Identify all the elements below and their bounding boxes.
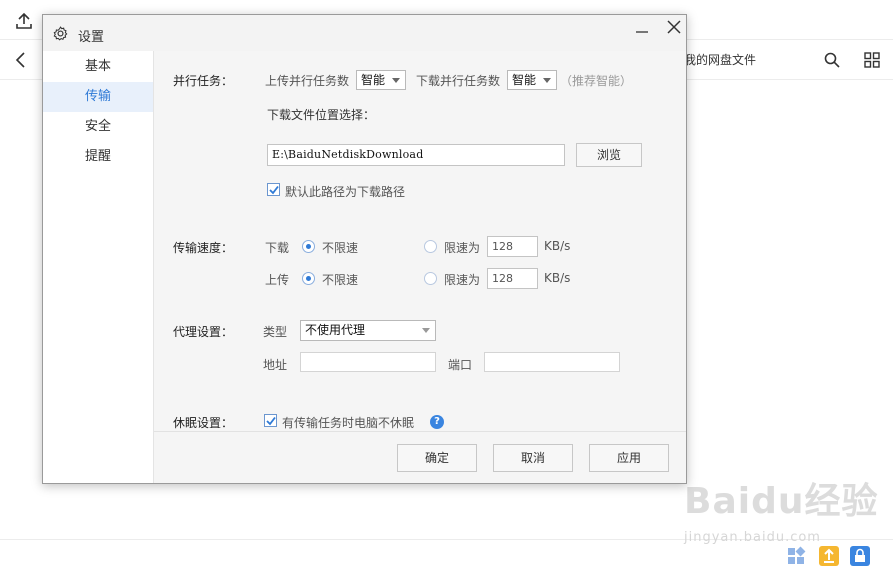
close-icon[interactable] <box>665 18 683 36</box>
proxy-type-value: 不使用代理 <box>305 323 366 337</box>
download-parallel-label: 下载并行任务数 <box>416 74 501 88</box>
upload-limit-label[interactable]: 限速为 <box>444 271 480 288</box>
proxy-address-label: 地址 <box>263 358 288 372</box>
chevron-down-icon <box>392 78 400 83</box>
dialog-title: 设置 <box>78 30 105 45</box>
breadcrumb[interactable]: 我的网盘文件 <box>684 51 756 68</box>
download-unit-label: KB/s <box>544 239 571 253</box>
upload-limit-radio[interactable] <box>424 272 437 285</box>
no-sleep-label[interactable]: 有传输任务时电脑不休眠 <box>282 414 414 431</box>
sidebar-item-security[interactable]: 安全 <box>43 112 153 142</box>
upload-unit-label: KB/s <box>544 271 571 285</box>
download-limit-radio[interactable] <box>424 240 437 253</box>
parallel-hint: （推荐智能） <box>560 74 633 88</box>
download-parallel-select[interactable]: 智能 <box>507 70 557 90</box>
no-sleep-checkbox[interactable] <box>264 414 277 427</box>
gear-icon <box>53 26 68 41</box>
grid-view-icon[interactable] <box>864 52 880 68</box>
dialog-footer: 确定 取消 应用 <box>154 431 686 483</box>
settings-sidebar: 基本 传输 安全 提醒 <box>43 51 154 483</box>
chevron-down-icon <box>422 328 430 333</box>
upload-unlimited-label[interactable]: 不限速 <box>322 271 358 288</box>
search-icon[interactable] <box>824 52 840 68</box>
proxy-type-select[interactable]: 不使用代理 <box>300 320 436 341</box>
back-arrow-icon[interactable] <box>14 52 28 68</box>
settings-dialog: 设置 基本 传输 安全 提醒 并行任务： 上传并行任务数 智能 下载并行任务数 … <box>42 14 687 484</box>
upload-speed-label: 上传 <box>265 273 290 287</box>
sidebar-item-reminder[interactable]: 提醒 <box>43 142 153 172</box>
upload-unlimited-radio[interactable] <box>302 272 315 285</box>
apps-icon[interactable] <box>786 546 806 566</box>
upload-limit-input[interactable]: 128 <box>487 268 538 289</box>
proxy-section-label: 代理设置： <box>173 325 234 339</box>
ok-button[interactable]: 确定 <box>397 444 477 472</box>
parallel-section-label: 并行任务： <box>173 74 234 88</box>
baidu-jingyan-watermark: Baidu经验 jingyan.baidu.com <box>684 472 884 552</box>
proxy-port-label: 端口 <box>448 358 473 372</box>
upload-parallel-value: 智能 <box>361 73 386 87</box>
help-icon[interactable]: ? <box>430 415 444 429</box>
speed-section-label: 传输速度： <box>173 241 234 255</box>
minimize-icon[interactable] <box>635 25 649 39</box>
download-unlimited-radio[interactable] <box>302 240 315 253</box>
download-parallel-value: 智能 <box>512 73 537 87</box>
proxy-address-input[interactable] <box>300 352 436 372</box>
default-path-label[interactable]: 默认此路径为下载路径 <box>285 183 405 200</box>
upload-parallel-select[interactable]: 智能 <box>356 70 406 90</box>
checkmark-icon <box>266 416 276 426</box>
sleep-section-label: 休眠设置： <box>173 416 234 430</box>
upload-status-icon[interactable] <box>819 546 839 566</box>
watermark-sub: jingyan.baidu.com <box>684 530 821 545</box>
checkmark-icon <box>269 185 279 195</box>
apply-button[interactable]: 应用 <box>589 444 669 472</box>
sidebar-item-transfer[interactable]: 传输 <box>43 82 153 112</box>
download-path-input[interactable]: E:\BaiduNetdiskDownload <box>267 144 565 166</box>
proxy-port-input[interactable] <box>484 352 620 372</box>
upload-icon[interactable] <box>14 12 34 30</box>
lock-icon[interactable] <box>850 546 870 566</box>
cancel-button[interactable]: 取消 <box>493 444 573 472</box>
browse-button[interactable]: 浏览 <box>576 143 642 167</box>
bottom-divider <box>0 539 893 540</box>
download-limit-label[interactable]: 限速为 <box>444 239 480 256</box>
download-speed-label: 下载 <box>265 241 290 255</box>
download-limit-input[interactable]: 128 <box>487 236 538 257</box>
sidebar-item-basic[interactable]: 基本 <box>43 52 153 82</box>
upload-parallel-label: 上传并行任务数 <box>265 74 350 88</box>
download-location-label: 下载文件位置选择： <box>267 108 376 122</box>
proxy-type-label: 类型 <box>263 325 288 339</box>
download-unlimited-label[interactable]: 不限速 <box>322 239 358 256</box>
watermark-main: Baidu经验 <box>684 481 879 522</box>
default-path-checkbox[interactable] <box>267 183 280 196</box>
dialog-title-bar[interactable]: 设置 <box>43 15 686 51</box>
transfer-settings-panel: 并行任务： 上传并行任务数 智能 下载并行任务数 智能 （推荐智能） 下载文件位… <box>154 51 686 483</box>
chevron-down-icon <box>543 78 551 83</box>
